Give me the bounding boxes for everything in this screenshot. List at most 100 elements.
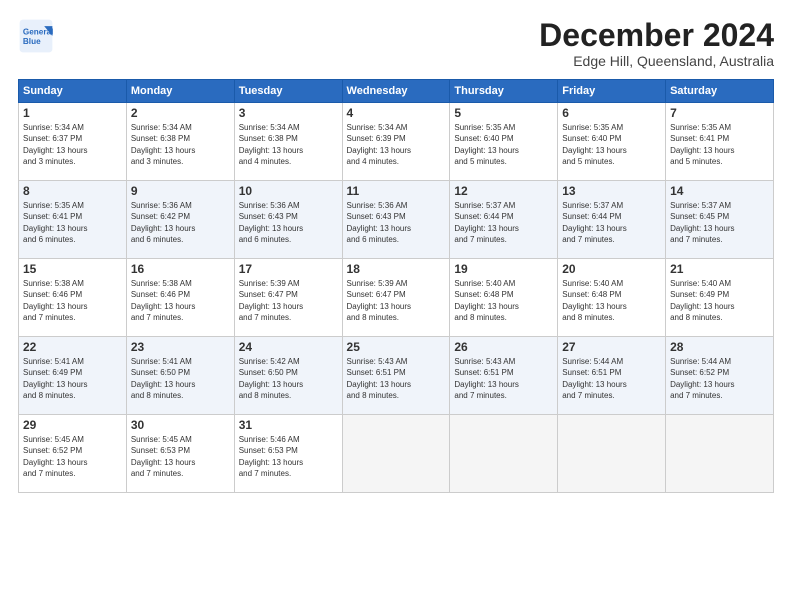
- day-info: Sunrise: 5:38 AMSunset: 6:46 PMDaylight:…: [23, 279, 87, 322]
- day-number: 22: [23, 340, 122, 354]
- day-info: Sunrise: 5:37 AMSunset: 6:45 PMDaylight:…: [670, 201, 734, 244]
- day-info: Sunrise: 5:40 AMSunset: 6:48 PMDaylight:…: [562, 279, 626, 322]
- day-info: Sunrise: 5:40 AMSunset: 6:49 PMDaylight:…: [670, 279, 734, 322]
- day-number: 31: [239, 418, 338, 432]
- day-info: Sunrise: 5:35 AMSunset: 6:40 PMDaylight:…: [562, 123, 626, 166]
- day-info: Sunrise: 5:37 AMSunset: 6:44 PMDaylight:…: [562, 201, 626, 244]
- day-number: 24: [239, 340, 338, 354]
- col-tuesday: Tuesday: [234, 80, 342, 103]
- calendar-cell: 29 Sunrise: 5:45 AMSunset: 6:52 PMDaylig…: [19, 415, 127, 493]
- day-number: 11: [347, 184, 446, 198]
- day-number: 6: [562, 106, 661, 120]
- calendar-cell: 17 Sunrise: 5:39 AMSunset: 6:47 PMDaylig…: [234, 259, 342, 337]
- month-title: December 2024: [539, 18, 774, 53]
- calendar-cell: 9 Sunrise: 5:36 AMSunset: 6:42 PMDayligh…: [126, 181, 234, 259]
- calendar-cell: 23 Sunrise: 5:41 AMSunset: 6:50 PMDaylig…: [126, 337, 234, 415]
- calendar-cell: 19 Sunrise: 5:40 AMSunset: 6:48 PMDaylig…: [450, 259, 558, 337]
- svg-text:Blue: Blue: [23, 37, 41, 46]
- day-info: Sunrise: 5:41 AMSunset: 6:50 PMDaylight:…: [131, 357, 195, 400]
- day-number: 25: [347, 340, 446, 354]
- header-row: Sunday Monday Tuesday Wednesday Thursday…: [19, 80, 774, 103]
- col-monday: Monday: [126, 80, 234, 103]
- day-info: Sunrise: 5:34 AMSunset: 6:39 PMDaylight:…: [347, 123, 411, 166]
- calendar-cell: 14 Sunrise: 5:37 AMSunset: 6:45 PMDaylig…: [666, 181, 774, 259]
- day-info: Sunrise: 5:43 AMSunset: 6:51 PMDaylight:…: [347, 357, 411, 400]
- day-number: 21: [670, 262, 769, 276]
- day-number: 29: [23, 418, 122, 432]
- day-info: Sunrise: 5:42 AMSunset: 6:50 PMDaylight:…: [239, 357, 303, 400]
- calendar-cell: 10 Sunrise: 5:36 AMSunset: 6:43 PMDaylig…: [234, 181, 342, 259]
- day-info: Sunrise: 5:44 AMSunset: 6:51 PMDaylight:…: [562, 357, 626, 400]
- day-number: 8: [23, 184, 122, 198]
- calendar-cell: 27 Sunrise: 5:44 AMSunset: 6:51 PMDaylig…: [558, 337, 666, 415]
- day-info: Sunrise: 5:35 AMSunset: 6:41 PMDaylight:…: [670, 123, 734, 166]
- calendar-cell: 31 Sunrise: 5:46 AMSunset: 6:53 PMDaylig…: [234, 415, 342, 493]
- day-info: Sunrise: 5:45 AMSunset: 6:53 PMDaylight:…: [131, 435, 195, 478]
- day-number: 28: [670, 340, 769, 354]
- calendar-cell: 24 Sunrise: 5:42 AMSunset: 6:50 PMDaylig…: [234, 337, 342, 415]
- day-number: 5: [454, 106, 553, 120]
- day-number: 17: [239, 262, 338, 276]
- logo-icon: General Blue: [18, 18, 54, 54]
- calendar-body: 1 Sunrise: 5:34 AMSunset: 6:37 PMDayligh…: [19, 103, 774, 493]
- logo: General Blue: [18, 18, 54, 54]
- calendar-cell: 16 Sunrise: 5:38 AMSunset: 6:46 PMDaylig…: [126, 259, 234, 337]
- calendar-cell: 25 Sunrise: 5:43 AMSunset: 6:51 PMDaylig…: [342, 337, 450, 415]
- day-number: 19: [454, 262, 553, 276]
- location-subtitle: Edge Hill, Queensland, Australia: [539, 53, 774, 69]
- calendar-week-4: 29 Sunrise: 5:45 AMSunset: 6:52 PMDaylig…: [19, 415, 774, 493]
- day-info: Sunrise: 5:35 AMSunset: 6:40 PMDaylight:…: [454, 123, 518, 166]
- day-number: 1: [23, 106, 122, 120]
- day-info: Sunrise: 5:43 AMSunset: 6:51 PMDaylight:…: [454, 357, 518, 400]
- day-number: 12: [454, 184, 553, 198]
- calendar-week-1: 8 Sunrise: 5:35 AMSunset: 6:41 PMDayligh…: [19, 181, 774, 259]
- col-sunday: Sunday: [19, 80, 127, 103]
- calendar-week-3: 22 Sunrise: 5:41 AMSunset: 6:49 PMDaylig…: [19, 337, 774, 415]
- calendar-cell: 26 Sunrise: 5:43 AMSunset: 6:51 PMDaylig…: [450, 337, 558, 415]
- calendar-week-2: 15 Sunrise: 5:38 AMSunset: 6:46 PMDaylig…: [19, 259, 774, 337]
- day-info: Sunrise: 5:38 AMSunset: 6:46 PMDaylight:…: [131, 279, 195, 322]
- day-number: 3: [239, 106, 338, 120]
- col-wednesday: Wednesday: [342, 80, 450, 103]
- calendar-cell: 30 Sunrise: 5:45 AMSunset: 6:53 PMDaylig…: [126, 415, 234, 493]
- calendar-cell: [450, 415, 558, 493]
- day-number: 13: [562, 184, 661, 198]
- day-info: Sunrise: 5:35 AMSunset: 6:41 PMDaylight:…: [23, 201, 87, 244]
- day-info: Sunrise: 5:34 AMSunset: 6:38 PMDaylight:…: [239, 123, 303, 166]
- calendar-cell: 11 Sunrise: 5:36 AMSunset: 6:43 PMDaylig…: [342, 181, 450, 259]
- day-number: 16: [131, 262, 230, 276]
- day-number: 7: [670, 106, 769, 120]
- day-number: 20: [562, 262, 661, 276]
- calendar-cell: [342, 415, 450, 493]
- calendar-week-0: 1 Sunrise: 5:34 AMSunset: 6:37 PMDayligh…: [19, 103, 774, 181]
- day-number: 14: [670, 184, 769, 198]
- calendar-cell: 3 Sunrise: 5:34 AMSunset: 6:38 PMDayligh…: [234, 103, 342, 181]
- day-info: Sunrise: 5:34 AMSunset: 6:37 PMDaylight:…: [23, 123, 87, 166]
- day-info: Sunrise: 5:46 AMSunset: 6:53 PMDaylight:…: [239, 435, 303, 478]
- calendar-cell: 15 Sunrise: 5:38 AMSunset: 6:46 PMDaylig…: [19, 259, 127, 337]
- day-number: 15: [23, 262, 122, 276]
- calendar-cell: 2 Sunrise: 5:34 AMSunset: 6:38 PMDayligh…: [126, 103, 234, 181]
- calendar-cell: 20 Sunrise: 5:40 AMSunset: 6:48 PMDaylig…: [558, 259, 666, 337]
- calendar-cell: 28 Sunrise: 5:44 AMSunset: 6:52 PMDaylig…: [666, 337, 774, 415]
- calendar-cell: 21 Sunrise: 5:40 AMSunset: 6:49 PMDaylig…: [666, 259, 774, 337]
- day-number: 4: [347, 106, 446, 120]
- col-friday: Friday: [558, 80, 666, 103]
- day-number: 18: [347, 262, 446, 276]
- calendar-cell: [558, 415, 666, 493]
- header: General Blue December 2024 Edge Hill, Qu…: [18, 18, 774, 69]
- day-number: 10: [239, 184, 338, 198]
- calendar-cell: 4 Sunrise: 5:34 AMSunset: 6:39 PMDayligh…: [342, 103, 450, 181]
- day-info: Sunrise: 5:41 AMSunset: 6:49 PMDaylight:…: [23, 357, 87, 400]
- calendar-cell: 1 Sunrise: 5:34 AMSunset: 6:37 PMDayligh…: [19, 103, 127, 181]
- day-number: 27: [562, 340, 661, 354]
- day-info: Sunrise: 5:36 AMSunset: 6:43 PMDaylight:…: [239, 201, 303, 244]
- day-number: 2: [131, 106, 230, 120]
- calendar-cell: 6 Sunrise: 5:35 AMSunset: 6:40 PMDayligh…: [558, 103, 666, 181]
- day-info: Sunrise: 5:36 AMSunset: 6:42 PMDaylight:…: [131, 201, 195, 244]
- calendar-cell: 12 Sunrise: 5:37 AMSunset: 6:44 PMDaylig…: [450, 181, 558, 259]
- day-info: Sunrise: 5:44 AMSunset: 6:52 PMDaylight:…: [670, 357, 734, 400]
- day-info: Sunrise: 5:45 AMSunset: 6:52 PMDaylight:…: [23, 435, 87, 478]
- day-info: Sunrise: 5:34 AMSunset: 6:38 PMDaylight:…: [131, 123, 195, 166]
- calendar-cell: 7 Sunrise: 5:35 AMSunset: 6:41 PMDayligh…: [666, 103, 774, 181]
